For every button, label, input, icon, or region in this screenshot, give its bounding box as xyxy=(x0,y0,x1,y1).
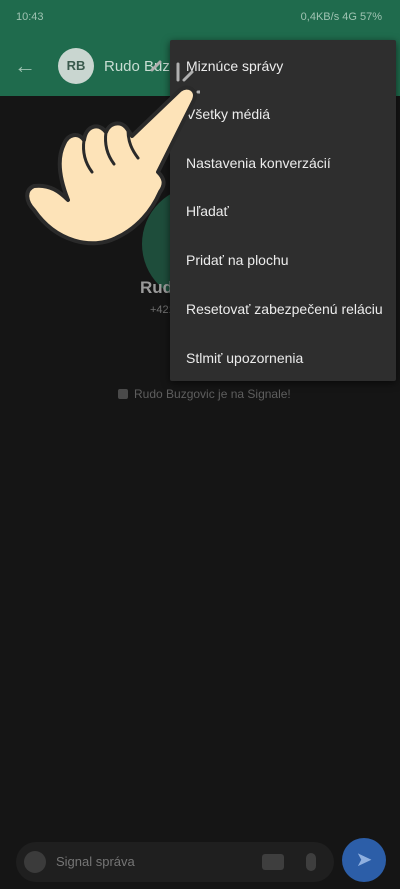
menu-item-conversation-settings[interactable]: Nastavenia konverzácií xyxy=(170,139,396,187)
menu-item-disappearing-messages[interactable]: Miznúce správy xyxy=(170,42,396,90)
joined-notice: Rudo Buzgovic je na Signale! xyxy=(118,387,291,401)
overflow-menu: Miznúce správy Všetky médiá Nastavenia k… xyxy=(170,40,396,381)
send-button[interactable]: ➤ xyxy=(342,838,386,882)
menu-item-reset-secure-session[interactable]: Resetovať zabezpečenú reláciu xyxy=(170,285,396,333)
message-composer xyxy=(16,842,334,882)
status-time: 10:43 xyxy=(16,11,44,23)
joined-notice-text: Rudo Buzgovic je na Signale! xyxy=(134,387,291,401)
menu-item-all-media[interactable]: Všetky médiá xyxy=(170,90,396,138)
pointing-hand-icon xyxy=(25,60,200,246)
camera-icon[interactable] xyxy=(262,854,284,870)
status-indicators: 0,4KB/s 4G 57% xyxy=(300,11,382,23)
menu-item-search[interactable]: Hľadať xyxy=(170,187,396,235)
menu-item-mute-notifications[interactable]: Stlmiť upozornenia xyxy=(170,334,396,382)
menu-item-add-to-home[interactable]: Pridať na plochu xyxy=(170,236,396,284)
message-input[interactable] xyxy=(56,854,246,869)
chat-screen: 10:43 0,4KB/s 4G 57% ← RB Rudo Buzgovic … xyxy=(0,0,400,889)
emoji-icon[interactable] xyxy=(24,851,46,873)
status-bar: 10:43 0,4KB/s 4G 57% xyxy=(0,0,400,36)
info-icon xyxy=(118,389,128,399)
microphone-icon[interactable] xyxy=(306,853,316,871)
